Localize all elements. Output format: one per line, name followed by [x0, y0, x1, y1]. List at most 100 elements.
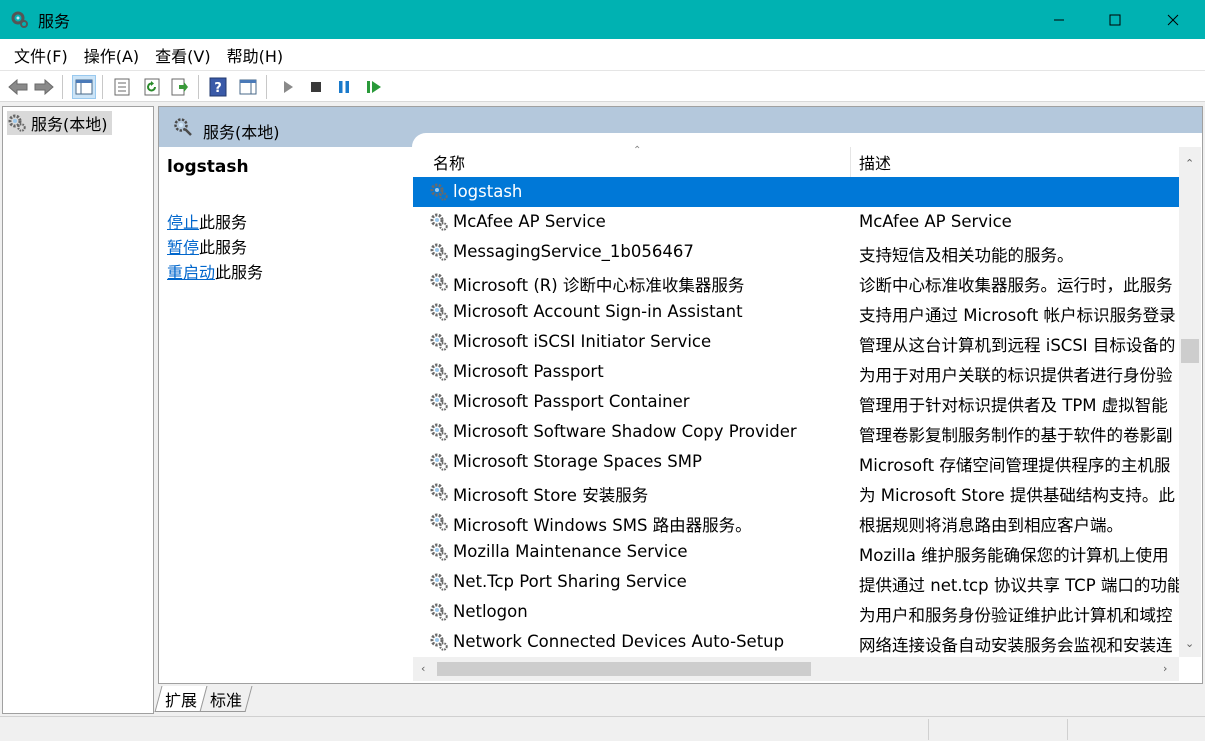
help-button[interactable]: ? — [206, 75, 230, 99]
table-row[interactable]: Microsoft iSCSI Initiator Service 管理从这台计算… — [413, 327, 1179, 357]
table-row[interactable]: Netlogon 为用户和服务身份验证维护此计算机和域控 — [413, 597, 1179, 627]
service-description: McAfee AP Service — [859, 212, 1012, 231]
properties-icon — [114, 78, 130, 96]
menu-bar: 文件(F) 操作(A) 查看(V) 帮助(H) — [0, 39, 1205, 70]
toolbar-separator — [62, 75, 63, 99]
service-name: MessagingService_1b056467 — [453, 242, 694, 261]
scroll-down-icon[interactable]: ⌄ — [1185, 637, 1194, 650]
maximize-button[interactable] — [1092, 0, 1138, 39]
table-row[interactable]: Microsoft Store 安装服务 为 Microsoft Store 提供… — [413, 477, 1179, 507]
scroll-up-icon[interactable]: ⌃ — [1185, 157, 1194, 170]
pause-service-link[interactable]: 暂停 — [167, 238, 199, 257]
service-description: 管理卷影复制服务制作的基于软件的卷影副 — [859, 426, 1173, 445]
menu-help[interactable]: 帮助(H) — [219, 43, 292, 67]
close-button[interactable] — [1150, 0, 1196, 39]
service-description: 诊断中心标准收集器服务。运行时，此服务 — [859, 276, 1173, 295]
table-row[interactable]: Net.Tcp Port Sharing Service 提供通过 net.tcp… — [413, 567, 1179, 597]
arrow-right-icon — [34, 79, 54, 95]
service-gear-icon — [430, 603, 448, 621]
restart-service-link[interactable]: 重启动 — [167, 263, 215, 282]
tab-standard[interactable]: 标准 — [199, 686, 253, 712]
forward-button[interactable] — [32, 75, 56, 99]
show-action-pane-button[interactable] — [236, 75, 260, 99]
column-header-description[interactable]: 描述 — [851, 147, 1179, 177]
service-name: Microsoft (R) 诊断中心标准收集器服务 — [453, 276, 745, 295]
table-row[interactable]: logstash — [413, 177, 1179, 207]
start-service-button[interactable] — [276, 75, 300, 99]
table-row[interactable]: MessagingService_1b056467 支持短信及相关功能的服务。 — [413, 237, 1179, 267]
gear-icon — [8, 114, 26, 132]
table-row[interactable]: Microsoft Account Sign-in Assistant 支持用户通… — [413, 297, 1179, 327]
table-row[interactable]: Network Connected Devices Auto-Setup 网络连接… — [413, 627, 1179, 657]
table-row[interactable]: Microsoft Windows SMS 路由器服务。 根据规则将消息路由到相应… — [413, 507, 1179, 537]
gear-icon — [11, 11, 28, 28]
column-header-name[interactable]: ⌃ 名称 — [413, 145, 851, 177]
menu-view[interactable]: 查看(V) — [147, 43, 218, 67]
console-tree-icon — [75, 79, 93, 95]
horizontal-scroll-thumb[interactable] — [437, 662, 811, 676]
window-title: 服务 — [38, 11, 71, 31]
table-row[interactable]: Microsoft Passport Container 管理用于针对标识提供者及… — [413, 387, 1179, 417]
menu-file[interactable]: 文件(F) — [6, 43, 76, 67]
export-list-button[interactable] — [168, 75, 192, 99]
table-row[interactable]: Microsoft Storage Spaces SMP Microsoft 存储… — [413, 447, 1179, 477]
export-icon — [171, 78, 188, 96]
service-name: Netlogon — [453, 602, 528, 621]
service-gear-icon — [430, 303, 448, 321]
toolbar-separator — [198, 75, 199, 99]
service-gear-icon — [430, 543, 448, 561]
console-tree: 服务(本地) — [2, 106, 154, 714]
service-name: Net.Tcp Port Sharing Service — [453, 572, 687, 591]
minimize-icon — [1054, 19, 1064, 20]
table-row[interactable]: Microsoft (R) 诊断中心标准收集器服务 诊断中心标准收集器服务。运行时… — [413, 267, 1179, 297]
table-row[interactable]: Microsoft Passport 为用于对用户关联的标识提供者进行身份验 — [413, 357, 1179, 387]
service-gear-icon — [430, 213, 448, 231]
play-icon — [284, 81, 293, 93]
back-button[interactable] — [6, 75, 30, 99]
tab-standard-label: 标准 — [210, 690, 243, 710]
service-gear-icon — [430, 393, 448, 411]
table-row[interactable]: Microsoft Software Shadow Copy Provider 管… — [413, 417, 1179, 447]
service-name: McAfee AP Service — [453, 212, 606, 231]
vertical-scroll-thumb[interactable] — [1181, 339, 1199, 363]
service-description: 根据规则将消息路由到相应客户端。 — [859, 516, 1123, 535]
service-name: logstash — [453, 182, 523, 201]
scroll-right-icon[interactable]: › — [1163, 662, 1167, 675]
service-description: 管理从这台计算机到远程 iSCSI 目标设备的 — [859, 336, 1176, 355]
tree-item-services-local[interactable]: 服务(本地) — [7, 111, 112, 135]
refresh-icon — [144, 78, 160, 96]
scroll-left-icon[interactable]: ‹ — [421, 662, 425, 675]
service-gear-icon — [430, 243, 448, 261]
toolbar-separator — [102, 75, 103, 99]
stop-service-link[interactable]: 停止 — [167, 213, 199, 232]
menu-action[interactable]: 操作(A) — [76, 43, 147, 67]
view-tabs: 扩展 标准 — [154, 686, 253, 712]
search-gear-icon — [174, 118, 192, 136]
horizontal-scrollbar[interactable]: ‹ › — [413, 657, 1179, 681]
service-description: 为 Microsoft Store 提供基础结构支持。此 — [859, 486, 1175, 505]
service-gear-icon — [430, 273, 448, 291]
toolbar: ? — [0, 70, 1205, 102]
rows-container: logstash McAfee AP Service McAfee AP Servi… — [413, 177, 1179, 657]
status-divider — [1067, 719, 1068, 740]
service-name: Microsoft Account Sign-in Assistant — [453, 302, 743, 321]
pause-service-button[interactable] — [332, 75, 356, 99]
refresh-button[interactable] — [140, 75, 164, 99]
service-name: Microsoft Storage Spaces SMP — [453, 452, 702, 471]
table-row[interactable]: McAfee AP Service McAfee AP Service — [413, 207, 1179, 237]
action-pause: 暂停此服务 — [167, 234, 247, 258]
service-description: 管理用于针对标识提供者及 TPM 虚拟智能 — [859, 396, 1168, 415]
properties-button[interactable] — [110, 75, 134, 99]
restart-service-button[interactable] — [362, 75, 386, 99]
minimize-button[interactable] — [1036, 0, 1082, 39]
vertical-scrollbar[interactable]: ⌃ ⌄ — [1179, 147, 1201, 657]
stop-service-button[interactable] — [304, 75, 328, 99]
service-gear-icon — [430, 333, 448, 351]
service-detail-pane: logstash 停止此服务 暂停此服务 重启动此服务 — [159, 147, 413, 683]
pause-icon — [339, 81, 349, 93]
table-row[interactable]: Mozilla Maintenance Service Mozilla 维护服务能… — [413, 537, 1179, 567]
maximize-icon — [1109, 14, 1121, 25]
show-console-tree-button[interactable] — [72, 75, 96, 99]
service-name: Microsoft Software Shadow Copy Provider — [453, 422, 797, 441]
action-suffix: 此服务 — [199, 213, 248, 232]
